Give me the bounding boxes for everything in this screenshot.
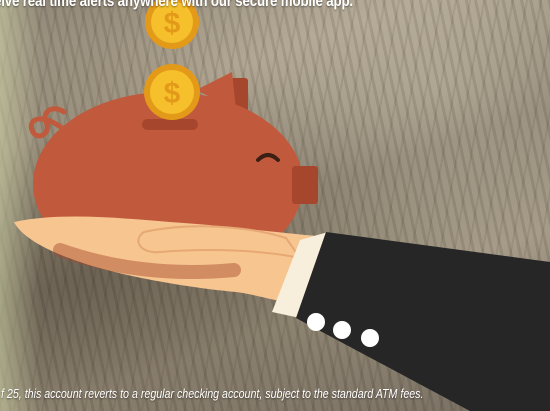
coin-icon: $ bbox=[144, 64, 200, 120]
hero-banner: $ $ eive real time alerts anywhere with … bbox=[0, 0, 550, 411]
svg-text:$: $ bbox=[164, 77, 181, 110]
piggy-bank-illustration: $ $ bbox=[14, 0, 550, 411]
footnote-text: f 25, this account reverts to a regular … bbox=[1, 386, 424, 401]
suit-sleeve bbox=[296, 232, 550, 411]
headline-text: eive real time alerts anywhere with our … bbox=[0, 0, 353, 10]
svg-text:$: $ bbox=[164, 7, 181, 40]
